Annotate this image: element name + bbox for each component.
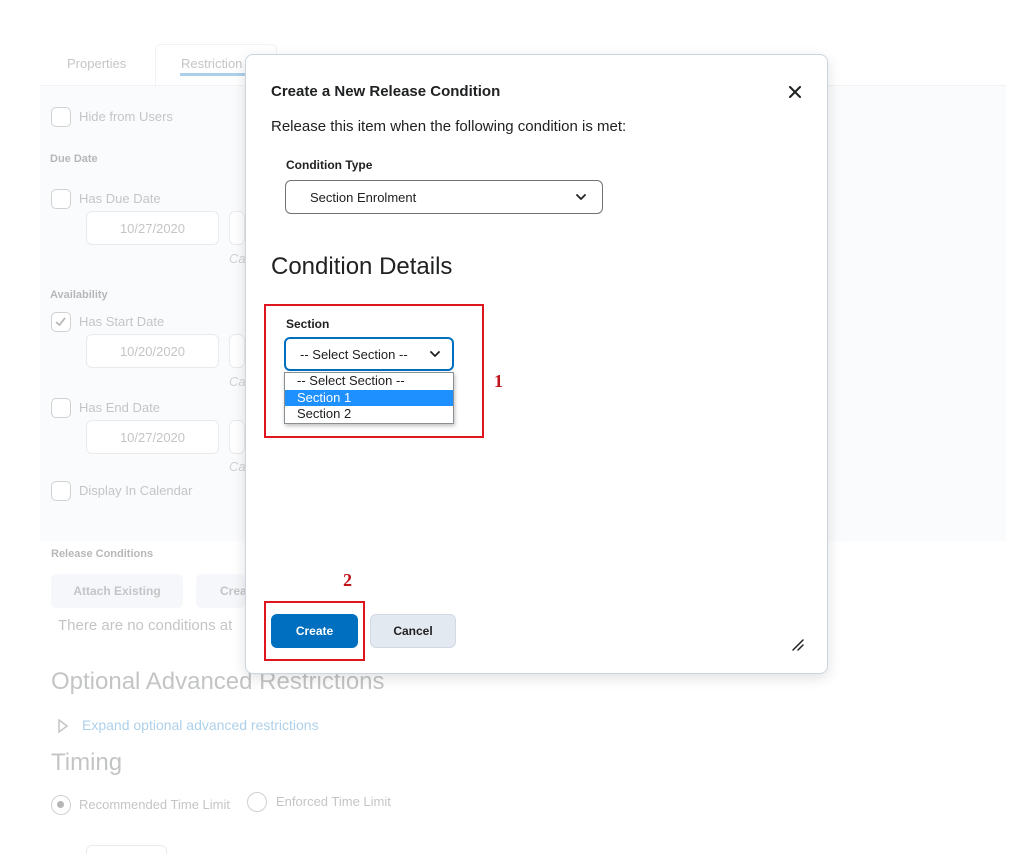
- close-icon: [789, 86, 801, 98]
- has-end-date-label: Has End Date: [79, 400, 160, 415]
- close-button[interactable]: [784, 81, 806, 103]
- start-date-hint: Ca: [229, 374, 246, 389]
- due-date-heading: Due Date: [50, 153, 98, 165]
- has-due-date-label: Has Due Date: [79, 191, 161, 206]
- display-in-calendar-checkbox[interactable]: [51, 481, 71, 501]
- condition-details-heading: Condition Details: [271, 253, 453, 280]
- timing-heading: Timing: [51, 749, 123, 776]
- release-conditions-heading: Release Conditions: [51, 548, 154, 560]
- annotation-number-1: 1: [494, 371, 503, 391]
- expand-advanced-link[interactable]: Expand optional advanced restrictions: [82, 717, 319, 733]
- annotation-box-1: [264, 304, 484, 438]
- create-condition-button[interactable]: Crea: [196, 574, 247, 608]
- chevron-down-icon: [574, 190, 588, 204]
- end-date-input[interactable]: 10/27/2020: [86, 420, 219, 454]
- condition-type-value: Section Enrolment: [310, 189, 417, 205]
- start-time-input[interactable]: [229, 334, 245, 368]
- has-start-date-label: Has Start Date: [79, 314, 165, 329]
- condition-type-select[interactable]: Section Enrolment: [285, 180, 603, 214]
- annotation-number-2: 2: [343, 570, 352, 590]
- time-limit-input[interactable]: [86, 845, 167, 854]
- hide-from-users-checkbox[interactable]: [51, 107, 71, 127]
- checkmark-icon: [55, 317, 66, 327]
- expand-triangle-icon[interactable]: [57, 719, 69, 733]
- due-date-input[interactable]: 10/27/2020: [86, 211, 219, 245]
- attach-existing-button[interactable]: Attach Existing: [51, 574, 183, 608]
- enforced-time-radio[interactable]: [247, 792, 267, 812]
- availability-heading: Availability: [50, 289, 108, 301]
- cancel-button[interactable]: Cancel: [370, 614, 456, 648]
- hide-from-users-label: Hide from Users: [79, 109, 173, 124]
- display-in-calendar-label: Display In Calendar: [79, 483, 193, 498]
- has-start-date-checkbox[interactable]: [51, 312, 71, 332]
- due-date-hint: Ca: [229, 251, 246, 266]
- annotation-box-2: [264, 601, 365, 661]
- due-time-input[interactable]: [229, 211, 245, 245]
- tab-restrictions-label: Restriction: [181, 56, 243, 71]
- dialog-title: Create a New Release Condition: [271, 83, 501, 100]
- has-end-date-checkbox[interactable]: [51, 398, 71, 418]
- enforced-time-label: Enforced Time Limit: [276, 794, 391, 809]
- resize-handle-icon[interactable]: [790, 637, 804, 651]
- recommended-time-label: Recommended Time Limit: [79, 797, 230, 812]
- start-date-input[interactable]: 10/20/2020: [86, 334, 219, 368]
- no-conditions-text: There are no conditions at: [58, 617, 233, 634]
- has-due-date-checkbox[interactable]: [51, 189, 71, 209]
- recommended-time-radio[interactable]: [51, 795, 71, 815]
- active-tab-indicator: [180, 73, 246, 76]
- condition-type-label: Condition Type: [286, 158, 373, 172]
- tab-properties[interactable]: Properties: [67, 56, 126, 71]
- end-date-hint: Ca: [229, 459, 246, 474]
- dialog-subtitle: Release this item when the following con…: [271, 118, 627, 135]
- end-time-input[interactable]: [229, 420, 245, 454]
